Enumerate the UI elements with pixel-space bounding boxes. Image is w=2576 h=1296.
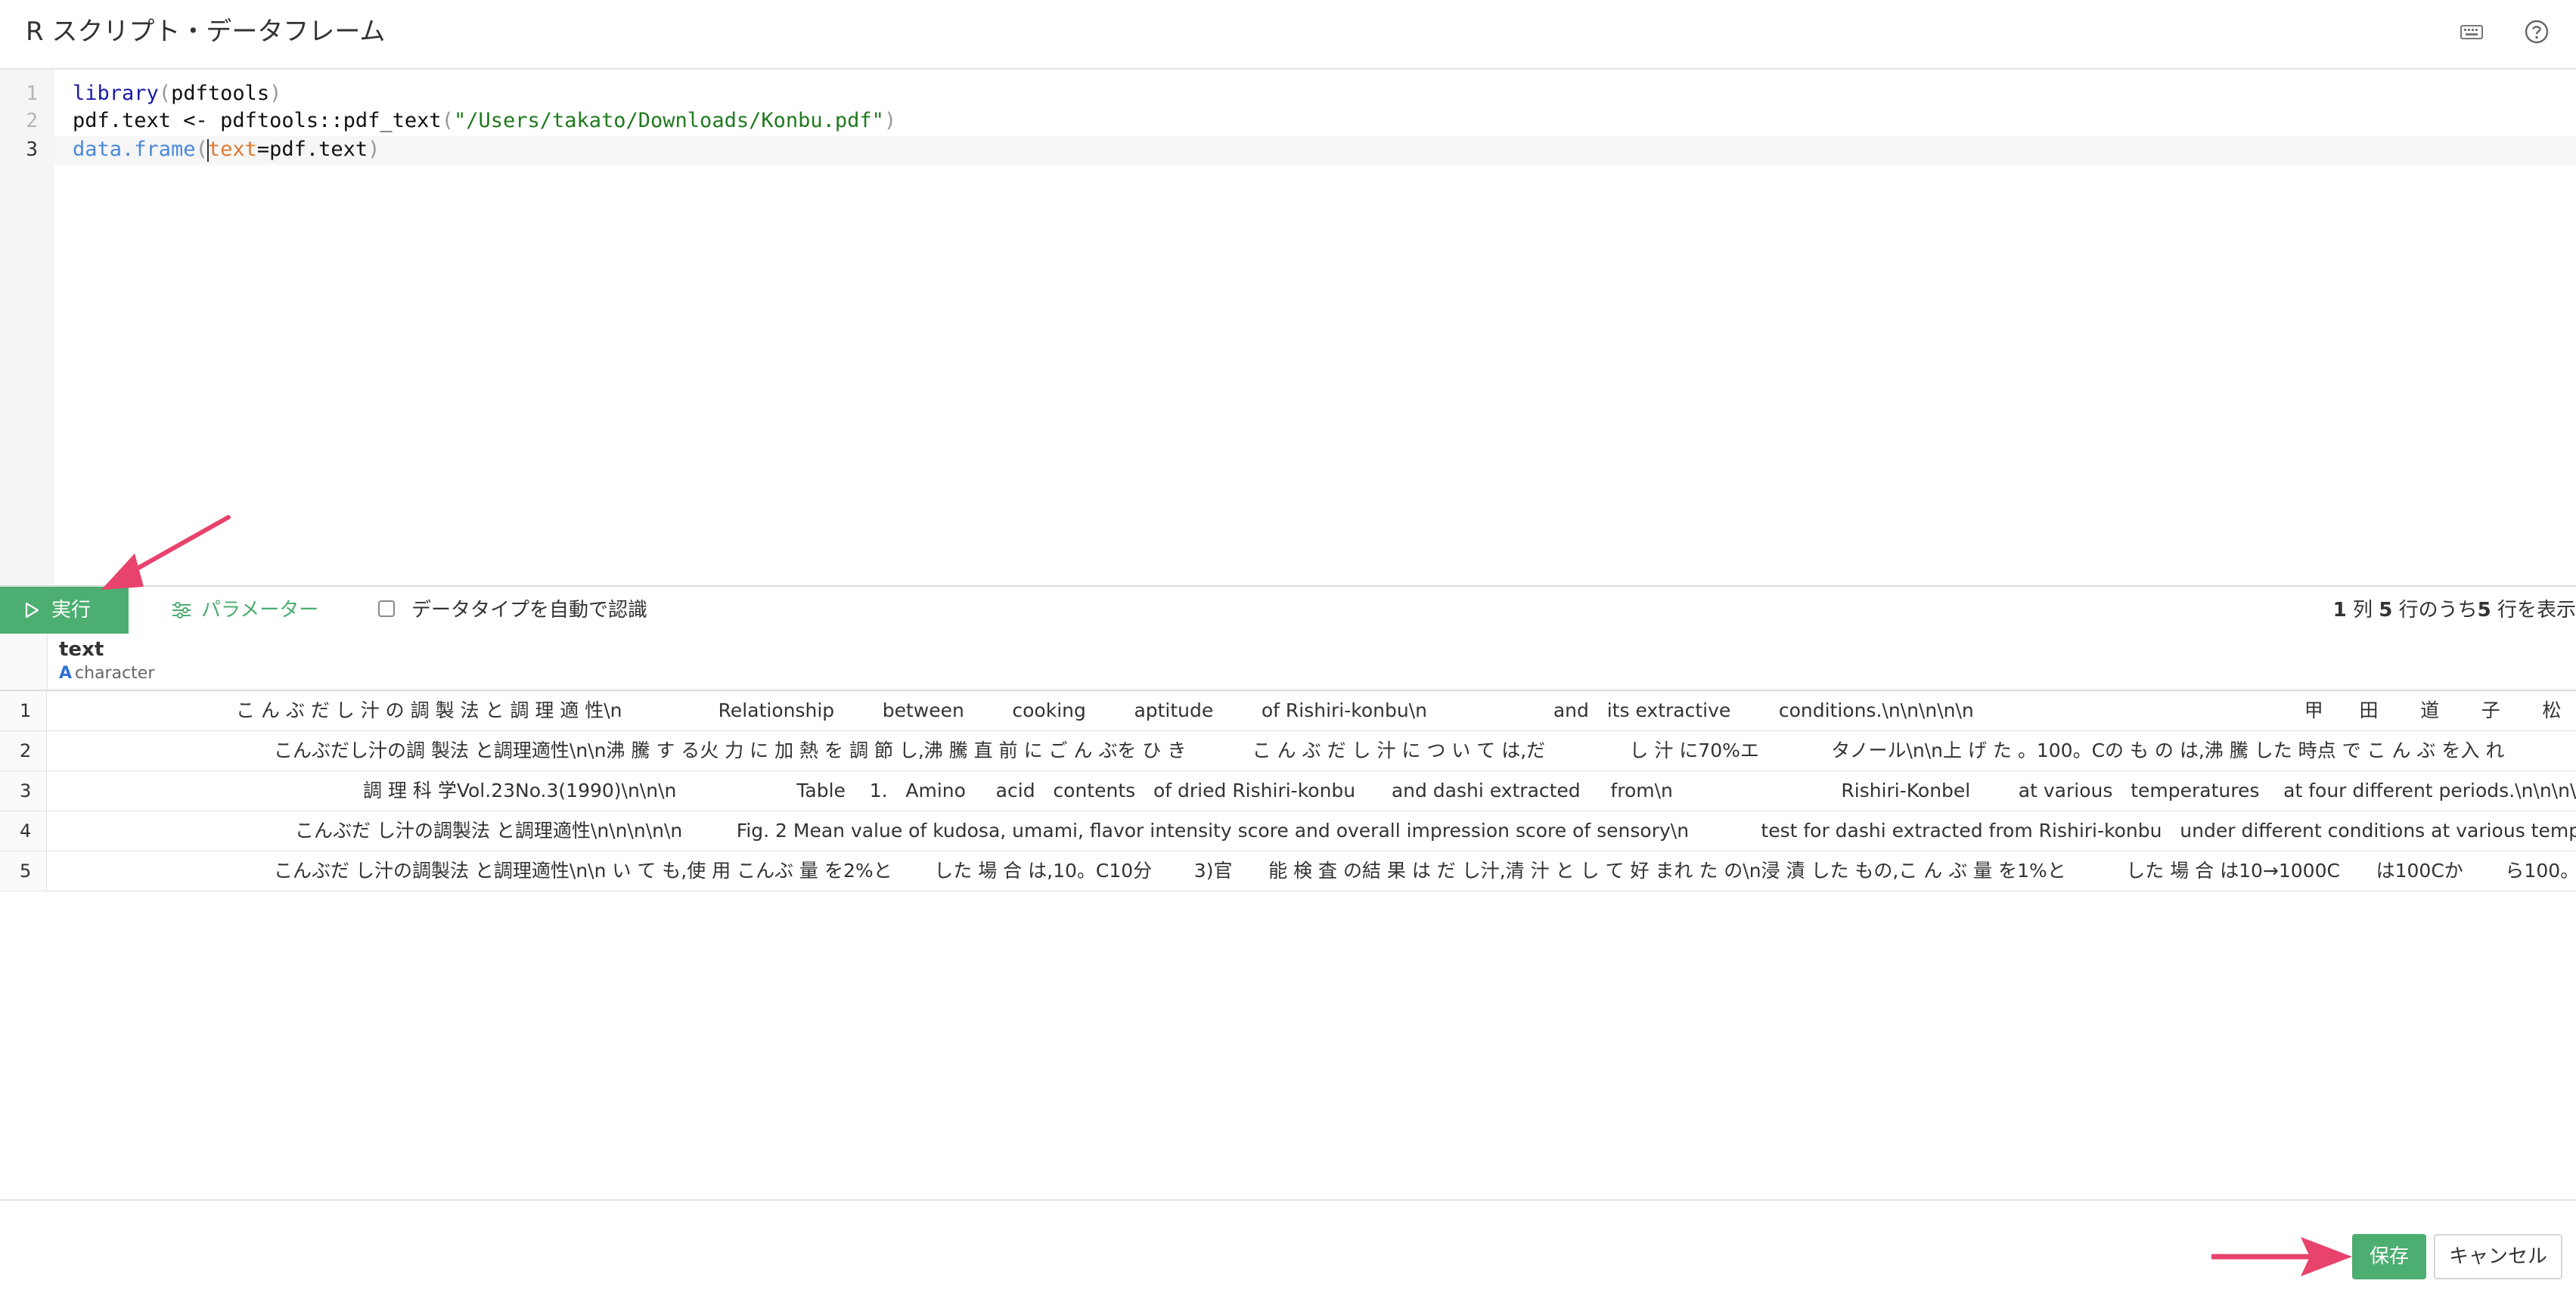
dialog-header: R スクリプト・データフレーム bbox=[0, 0, 2576, 70]
column-header-text[interactable]: text Acharacter bbox=[0, 634, 2576, 691]
dialog-title: R スクリプト・データフレーム bbox=[26, 17, 386, 47]
row-index: 2 bbox=[0, 731, 47, 770]
table-cell[interactable]: 調 理 科 学Vol.23No.3(1990)\n\n\n Table 1. A… bbox=[47, 771, 2576, 811]
keyboard-icon[interactable] bbox=[2457, 17, 2487, 47]
code-line-2[interactable]: pdf.text <- pdftools::pdf_text("/Users/t… bbox=[73, 107, 896, 135]
code-function: library bbox=[73, 82, 159, 105]
save-button[interactable]: 保存 bbox=[2352, 1234, 2426, 1279]
code-editor[interactable]: 1 2 3 library(pdftools) pdf.text <- pdft… bbox=[0, 70, 2576, 585]
sliders-icon bbox=[172, 602, 191, 619]
line-number-active: 3 bbox=[26, 138, 38, 161]
run-button-label: 実行 bbox=[51, 599, 92, 622]
code-line-3[interactable]: data.frame(text=pdf.text) bbox=[73, 136, 380, 163]
code-function: data.frame bbox=[73, 138, 196, 161]
table-row[interactable]: 4 こんぶだ し汁の調製法 と調理適性\n\n\n\n\n Fig. 2 Mea… bbox=[0, 811, 2576, 851]
run-button[interactable]: 実行 bbox=[0, 587, 129, 634]
cancel-button[interactable]: キャンセル bbox=[2434, 1234, 2562, 1279]
column-type: Acharacter bbox=[59, 664, 155, 683]
character-type-icon: A bbox=[59, 664, 73, 683]
table-row[interactable]: 2 こんぶだし汁の調 製法 と調理適性\n\n沸 騰 す る火 力 に 加 熱 … bbox=[0, 731, 2576, 771]
table-row[interactable]: 1 こ ん ぶ だ し 汁 の 調 製 法 と 調 理 適 性\n Relati… bbox=[0, 691, 2576, 731]
code-string: "/Users/takato/Downloads/Konbu.pdf" bbox=[453, 109, 884, 132]
auto-detect-label: データタイプを自動で認識 bbox=[411, 599, 648, 622]
help-circle-icon[interactable] bbox=[2522, 17, 2552, 47]
row-index: 4 bbox=[0, 811, 47, 851]
line-number: 1 bbox=[26, 82, 38, 105]
line-number: 2 bbox=[26, 110, 38, 132]
parameters-label: パラメーター bbox=[201, 599, 319, 622]
row-index: 1 bbox=[0, 691, 47, 730]
editor-toolbar: 実行 パラメーター データタイプを自動で認識 1 列 5 行のうち5 行を表示 bbox=[0, 585, 2576, 635]
column-name: text bbox=[59, 638, 104, 661]
row-count-info: 1 列 5 行のうち5 行を表示 bbox=[2332, 599, 2576, 622]
table-row[interactable]: 3 調 理 科 学Vol.23No.3(1990)\n\n\n Table 1.… bbox=[0, 771, 2576, 811]
table-cell[interactable]: こんぶだし汁の調 製法 と調理適性\n\n沸 騰 す る火 力 に 加 熱 を … bbox=[47, 731, 2576, 770]
table-cell[interactable]: こんぶだ し汁の調製法 と調理適性\n\n\n\n\n Fig. 2 Mean … bbox=[47, 811, 2576, 851]
table-cell[interactable]: こんぶだ し汁の調製法 と調理適性\n\n い て も,使 用 こんぶ 量 を2… bbox=[47, 851, 2576, 891]
line-number-gutter: 1 2 3 bbox=[0, 70, 54, 585]
active-line-highlight bbox=[53, 136, 2576, 165]
dialog-footer: 保存 キャンセル bbox=[0, 1199, 2576, 1296]
play-icon bbox=[25, 602, 39, 619]
row-index: 5 bbox=[0, 851, 47, 891]
table-row[interactable]: 5 こんぶだ し汁の調製法 と調理適性\n\n い て も,使 用 こんぶ 量 … bbox=[0, 851, 2576, 891]
auto-detect-checkbox[interactable] bbox=[378, 600, 395, 617]
code-line-1[interactable]: library(pdftools) bbox=[73, 80, 281, 107]
row-index: 3 bbox=[0, 771, 47, 811]
row-index-header bbox=[0, 634, 48, 690]
table-cell[interactable]: こ ん ぶ だ し 汁 の 調 製 法 と 調 理 適 性\n Relation… bbox=[47, 691, 2576, 730]
